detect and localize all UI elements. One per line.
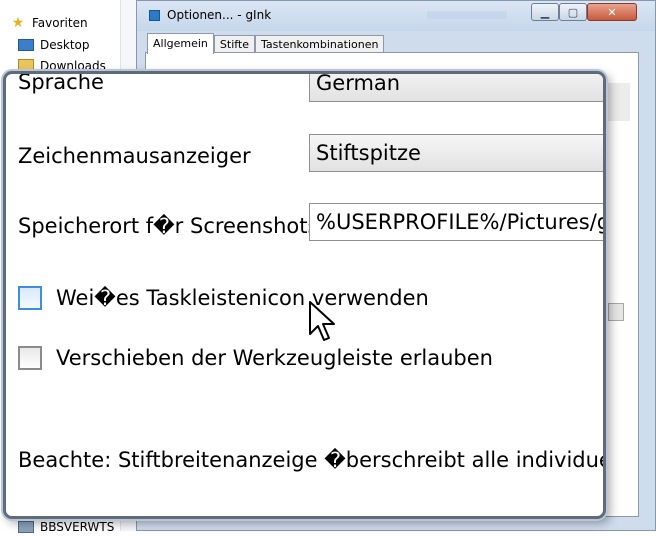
maximize-icon: ▢ bbox=[567, 5, 579, 19]
nav-item-label: BBSVERWTS bbox=[40, 520, 115, 534]
white-tray-icon-label: Wei�es Taskleistenicon verwenden bbox=[56, 286, 429, 310]
window-title: Optionen... - gInk bbox=[167, 8, 272, 22]
language-dropdown[interactable]: German bbox=[309, 74, 603, 102]
window-titlebar[interactable]: Optionen... - gInk ▁ ▢ ✕ bbox=[137, 1, 655, 31]
titlebar-glow bbox=[427, 11, 507, 19]
maximize-button[interactable]: ▢ bbox=[559, 3, 587, 21]
language-label: Sprache bbox=[18, 71, 104, 94]
desktop-icon bbox=[18, 39, 34, 51]
white-tray-icon-checkbox[interactable] bbox=[18, 286, 42, 310]
minimize-button[interactable]: ▁ bbox=[531, 3, 559, 21]
star-icon: ★ bbox=[11, 15, 25, 31]
app-icon bbox=[149, 10, 160, 21]
scrollbar-thumb[interactable] bbox=[608, 303, 624, 321]
nav-item-label: Desktop bbox=[40, 38, 90, 52]
mouse-pointer-icon bbox=[309, 301, 335, 341]
allow-toolbar-move-option[interactable]: Verschieben der Werkzeugleiste erlauben bbox=[18, 346, 493, 370]
nav-item-label: Favoriten bbox=[32, 16, 88, 30]
tab-strip: Allgemein Stifte Tastenkombinationen bbox=[147, 33, 385, 54]
nav-item-favorites[interactable]: ★ Favoriten bbox=[10, 13, 88, 33]
minimize-icon: ▁ bbox=[540, 5, 550, 19]
allow-toolbar-move-label: Verschieben der Werkzeugleiste erlauben bbox=[56, 346, 493, 370]
nav-item-network-drive[interactable]: BBSVERWTS bbox=[18, 517, 114, 537]
nav-item-desktop[interactable]: Desktop bbox=[18, 35, 90, 55]
allow-toolbar-move-checkbox[interactable] bbox=[18, 346, 42, 370]
screenshot-path-label: Speicherort f�r Screenshots bbox=[18, 214, 319, 238]
close-icon: ✕ bbox=[607, 5, 617, 19]
pen-width-note: Beachte: Stiftbreitenanzeige �berschreib… bbox=[18, 448, 603, 472]
cursor-indicator-dropdown[interactable]: Stiftspitze bbox=[309, 134, 603, 172]
close-button[interactable]: ✕ bbox=[587, 3, 637, 21]
cursor-indicator-label: Zeichenmausanzeiger bbox=[18, 144, 251, 168]
white-tray-icon-option[interactable]: Wei�es Taskleistenicon verwenden bbox=[18, 286, 429, 310]
magnifier-overlay: Sprache German Zeichenmausanzeiger Stift… bbox=[3, 71, 606, 519]
network-drive-icon bbox=[18, 521, 34, 533]
tab-allgemein[interactable]: Allgemein bbox=[147, 33, 214, 54]
screenshot-path-input[interactable]: %USERPROFILE%/Pictures/g bbox=[309, 203, 603, 241]
